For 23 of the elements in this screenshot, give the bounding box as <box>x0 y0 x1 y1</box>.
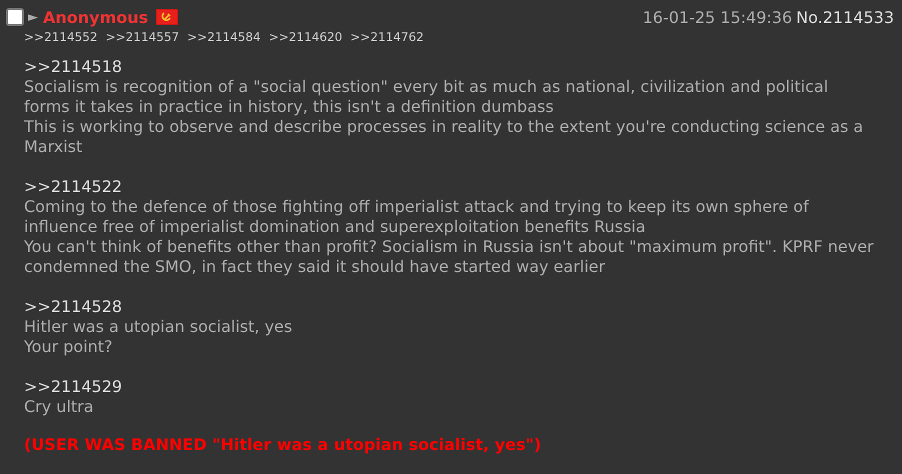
quote-link[interactable]: >>2114528 <box>24 297 874 317</box>
select-checkbox[interactable] <box>6 8 24 26</box>
expand-arrow[interactable]: ► <box>28 10 38 24</box>
quote-link[interactable]: >>2114522 <box>24 177 874 197</box>
reply-link[interactable]: >>2114552 <box>24 30 98 44</box>
post-text: Cry ultra <box>24 397 95 417</box>
post-datetime: 16-01-25 15:49:36 <box>642 8 792 26</box>
post-text: Hitler was a utopian socialist, yes <box>24 317 294 337</box>
poster-name: Anonymous <box>43 8 148 26</box>
post-text: You can't think of benefits other than profit? Socialism in Russia isn't about "maximum profit". KPRF never condemned the SMO, in fact they said it should have started way earlier <box>24 237 874 277</box>
post-text: Socialism is recognition of a "social question" every bit as much as national, civilization and political forms it takes in practice in history, this isn't a definition dumbass <box>24 77 830 117</box>
post-number[interactable]: No.2114533 <box>796 8 894 26</box>
reply-link[interactable]: >>2114584 <box>187 30 261 44</box>
quote-link[interactable]: >>2114529 <box>24 377 874 397</box>
reply-link[interactable]: >>2114762 <box>350 30 424 44</box>
reply-link[interactable]: >>2114557 <box>106 30 180 44</box>
quote-link[interactable]: >>2114518 <box>24 57 874 77</box>
post-text: This is working to observe and describe processes in reality to the extent you're conducting science as a Marxist <box>24 117 864 157</box>
ban-message: (USER WAS BANNED "Hitler was a utopian socialist, yes") <box>24 435 542 455</box>
post-text: Coming to the defence of those fighting off imperialist attack and trying to keep its own sphere of influence free of imperialist domination and superexploitation benefits Russia <box>24 197 810 237</box>
flag-icon <box>156 9 178 25</box>
reply-link[interactable]: >>2114620 <box>268 30 342 44</box>
post-text: Your point? <box>24 337 114 357</box>
